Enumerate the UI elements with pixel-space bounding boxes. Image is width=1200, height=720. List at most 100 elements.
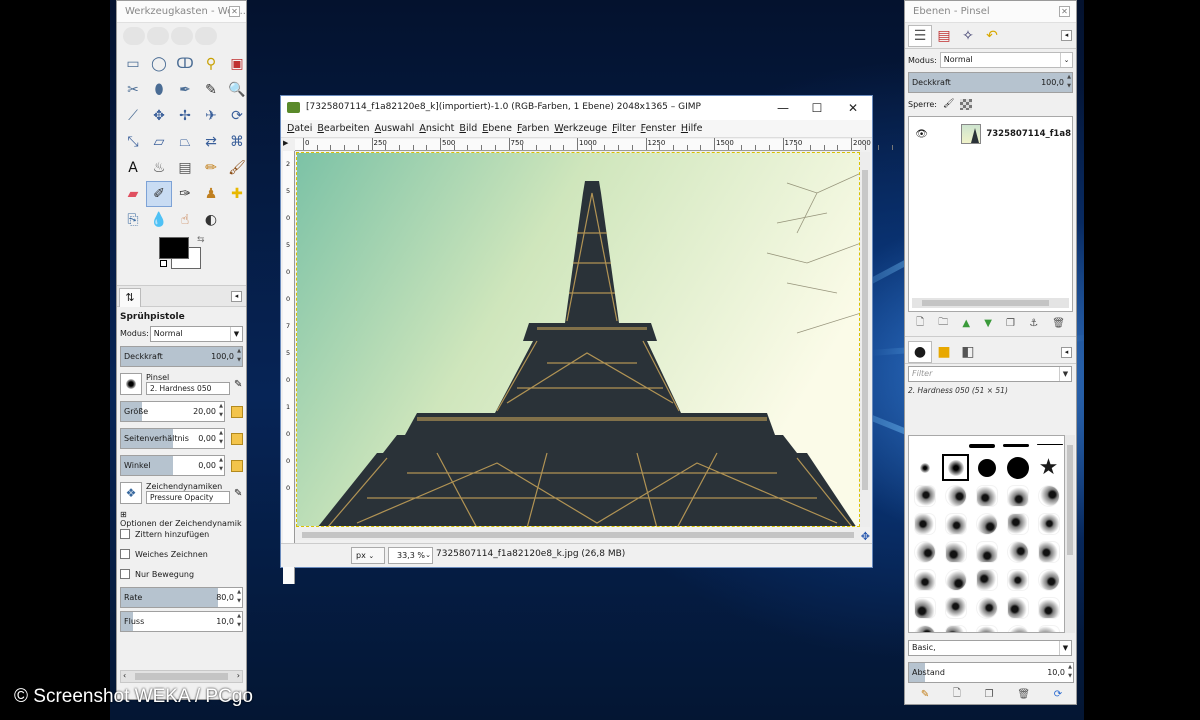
ink-icon[interactable]: ✑ <box>172 181 198 207</box>
flip-icon[interactable]: ⇄ <box>198 129 224 155</box>
tool-options-tab[interactable]: ⇅ <box>119 288 141 307</box>
paintbrush-icon[interactable]: 🖌 <box>224 155 246 181</box>
image-canvas[interactable] <box>296 152 860 527</box>
brush-preview-cell[interactable] <box>1035 482 1062 509</box>
scissors-icon[interactable]: ✂ <box>120 77 146 103</box>
perspective-icon[interactable]: ⏢ <box>172 129 198 155</box>
window-titlebar[interactable]: [7325807114_f1a82120e8_k](importiert)-1.… <box>281 96 872 120</box>
brush-preview-cell[interactable] <box>942 454 969 481</box>
brush-preview[interactable] <box>120 373 142 395</box>
checkbox-row[interactable]: Nur Bewegung <box>117 564 246 584</box>
brush-preview-cell[interactable] <box>911 510 938 537</box>
close-icon[interactable]: ✕ <box>838 99 868 117</box>
checkbox-row[interactable]: Weiches Zeichnen <box>117 544 246 564</box>
shear-icon[interactable]: ▱ <box>146 129 172 155</box>
move-icon[interactable]: ✥ <box>146 103 172 129</box>
menu-item-fenster[interactable]: Fenster <box>641 120 681 137</box>
brush-preview-cell[interactable] <box>1004 594 1031 621</box>
canvas-vertical-scrollbar[interactable] <box>860 152 870 527</box>
default-colors-icon[interactable] <box>160 260 167 267</box>
duplicate-layer-icon[interactable]: ❐ <box>1006 318 1015 329</box>
scroll-thumb[interactable] <box>302 532 854 538</box>
scroll-thumb[interactable] <box>922 300 1049 306</box>
crop-icon[interactable]: ✈ <box>198 103 224 129</box>
brush-preview-cell[interactable] <box>1004 482 1031 509</box>
mode-select[interactable]: Normal ▼ <box>149 325 243 342</box>
brush-preview-cell[interactable] <box>973 538 1000 565</box>
canvas-horizontal-scrollbar[interactable] <box>296 530 860 540</box>
reset-angle-icon[interactable] <box>231 459 243 472</box>
color-select-icon[interactable]: ▣ <box>224 51 246 77</box>
scale-icon[interactable]: ⤡ <box>120 129 146 155</box>
brush-scrollbar[interactable] <box>1065 435 1075 633</box>
horizontal-ruler[interactable]: 0 250 500 750 1000 1250 1500 1750 2000 <box>295 138 907 151</box>
layer-row[interactable]: 👁 7325807114_f1a8 <box>910 120 1071 148</box>
blur-icon[interactable]: 💧 <box>146 207 172 233</box>
line-brush-shape[interactable] <box>1003 444 1029 447</box>
fuzzy-select-icon[interactable]: ⚲ <box>198 51 224 77</box>
toolbox-scrollbar[interactable]: ‹ › <box>120 670 243 683</box>
brush-preview-cell[interactable] <box>1004 622 1031 632</box>
clone-icon[interactable]: ⎘ <box>120 207 146 233</box>
color-picker-icon[interactable]: ✎ <box>198 77 224 103</box>
rect-select-icon[interactable]: ▭ <box>120 51 146 77</box>
scroll-thumb[interactable] <box>862 170 868 490</box>
brush-preview-cell[interactable] <box>973 510 1000 537</box>
brush-preview-cell[interactable] <box>973 566 1000 593</box>
brush-preview-cell[interactable] <box>1035 622 1062 632</box>
smudge-icon[interactable]: ☝ <box>172 207 198 233</box>
menu-item-filter[interactable]: Filter <box>612 120 641 137</box>
navigate-icon[interactable]: ✥ <box>861 530 870 543</box>
spin-arrows-icon[interactable]: ▲ ▼ <box>1067 663 1073 682</box>
delete-layer-icon[interactable]: 🗑 <box>1052 318 1065 329</box>
anchor-layer-icon[interactable]: ⚓ <box>1029 318 1038 329</box>
close-icon[interactable]: ✕ <box>229 6 240 17</box>
brush-preview-cell[interactable] <box>973 622 1000 632</box>
eraser-icon[interactable]: ▰ <box>120 181 146 207</box>
menu-item-werkzeuge[interactable]: Werkzeuge <box>554 120 612 137</box>
scroll-thumb[interactable] <box>1067 445 1073 555</box>
brush-preview-cell[interactable] <box>1035 510 1062 537</box>
brush-preview-cell[interactable] <box>973 482 1000 509</box>
brush-preview-cell[interactable] <box>911 482 938 509</box>
channels-tab-icon[interactable]: ▤ <box>932 25 956 47</box>
scroll-right-icon[interactable]: › <box>237 671 240 680</box>
size-slider[interactable]: Größe 20,00 ▲ ▼ <box>120 401 225 422</box>
brush-tag-select[interactable]: Basic, ▼ <box>908 640 1072 656</box>
tab-menu-icon[interactable]: ◂ <box>1061 347 1072 358</box>
checkbox[interactable] <box>120 569 130 579</box>
measure-icon[interactable]: ⟋ <box>120 103 146 129</box>
foreground-color-swatch[interactable] <box>159 237 189 259</box>
cage-icon[interactable]: ⌘ <box>224 129 246 155</box>
menu-item-auswahl[interactable]: Auswahl <box>375 120 420 137</box>
lower-layer-icon[interactable]: ▼ <box>984 318 992 329</box>
vertical-ruler[interactable]: 2 5 0 5 0 0 7 5 0 1 0 0 0 <box>283 151 295 584</box>
paths-tab-icon[interactable]: ✧ <box>956 25 980 47</box>
aspect-slider[interactable]: Seitenverhältnis 0,00 ▲ ▼ <box>120 428 225 449</box>
menu-item-ebene[interactable]: Ebene <box>482 120 517 137</box>
brush-preview-cell[interactable] <box>911 566 938 593</box>
foreground-select-icon[interactable]: ⬮ <box>146 77 172 103</box>
brush-preview-cell[interactable] <box>1004 538 1031 565</box>
layer-mode-select[interactable]: Normal ⌄ <box>939 52 1073 68</box>
brushes-tab-icon[interactable]: ● <box>908 340 932 363</box>
pencil-icon[interactable]: ✏ <box>198 155 224 181</box>
edit-brush-icon[interactable]: ✎ <box>234 379 242 390</box>
text-icon[interactable]: A <box>120 155 146 181</box>
lock-alpha-icon[interactable] <box>960 98 973 110</box>
reset-size-icon[interactable] <box>231 405 243 418</box>
airbrush-icon[interactable]: ✐ <box>146 181 172 207</box>
raise-layer-icon[interactable]: ▲ <box>962 318 970 329</box>
spin-arrows-icon[interactable]: ▲ ▼ <box>236 347 242 366</box>
minimize-icon[interactable]: — <box>768 99 798 117</box>
brush-preview-cell[interactable] <box>1035 538 1062 565</box>
flow-slider[interactable]: Fluss 10,0 ▲ ▼ <box>120 611 243 632</box>
heal-icon[interactable]: ✚ <box>224 181 246 207</box>
dynamics-preview[interactable]: ❖ <box>120 482 142 504</box>
free-select-icon[interactable]: ↀ <box>172 51 198 77</box>
brush-preview-cell[interactable] <box>942 622 969 632</box>
brush-name-field[interactable]: 2. Hardness 050 <box>146 382 230 395</box>
reset-aspect-icon[interactable] <box>231 432 243 445</box>
brush-preview-cell[interactable] <box>942 510 969 537</box>
line-brush-shape[interactable] <box>969 444 995 448</box>
